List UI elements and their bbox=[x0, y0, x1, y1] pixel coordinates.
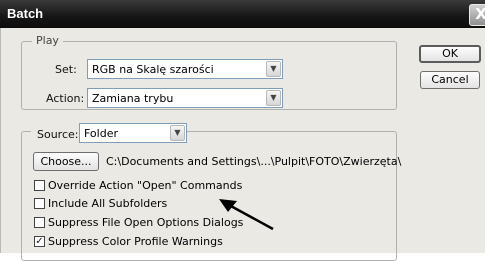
set-select[interactable]: RGB na Skalę szarości ▼ bbox=[87, 59, 283, 79]
action-select[interactable]: Zamiana trybu ▼ bbox=[87, 88, 283, 108]
chevron-down-icon: ▼ bbox=[266, 90, 281, 106]
checkbox-box bbox=[34, 180, 45, 191]
set-select-value: RGB na Skalę szarości bbox=[92, 63, 214, 76]
ok-button[interactable]: OK bbox=[419, 45, 481, 63]
close-button[interactable]: X bbox=[469, 4, 485, 26]
set-label: Set: bbox=[55, 63, 77, 76]
play-legend: Play bbox=[32, 34, 63, 47]
action-select-value: Zamiana trybu bbox=[92, 92, 174, 105]
checkbox-label: Include All Subfolders bbox=[48, 197, 168, 210]
chevron-down-icon: ▼ bbox=[170, 125, 185, 141]
choose-button[interactable]: Choose... bbox=[33, 152, 99, 171]
checkbox-label: Override Action "Open" Commands bbox=[48, 179, 243, 192]
source-folder-path: C:\Documents and Settings\...\Pulpit\FOT… bbox=[106, 155, 402, 168]
action-label: Action: bbox=[46, 92, 85, 105]
close-icon: X bbox=[475, 5, 485, 23]
checkbox-label: Suppress Color Profile Warnings bbox=[48, 235, 223, 248]
arrow-icon bbox=[219, 199, 274, 231]
title-bar: Batch X bbox=[0, 0, 485, 28]
window-title: Batch bbox=[7, 6, 44, 21]
checkbox-box: ✓ bbox=[34, 236, 45, 247]
chevron-down-icon: ▼ bbox=[266, 61, 281, 77]
source-label: Source: bbox=[37, 128, 79, 141]
checkbox-box bbox=[34, 217, 45, 228]
batch-dialog: Batch X Play Set: RGB na Skalę szarości … bbox=[0, 0, 485, 261]
source-select-value: Folder bbox=[84, 127, 118, 140]
checkbox-box bbox=[34, 198, 45, 209]
source-select[interactable]: Folder ▼ bbox=[79, 123, 187, 143]
cancel-button[interactable]: Cancel bbox=[420, 71, 480, 89]
